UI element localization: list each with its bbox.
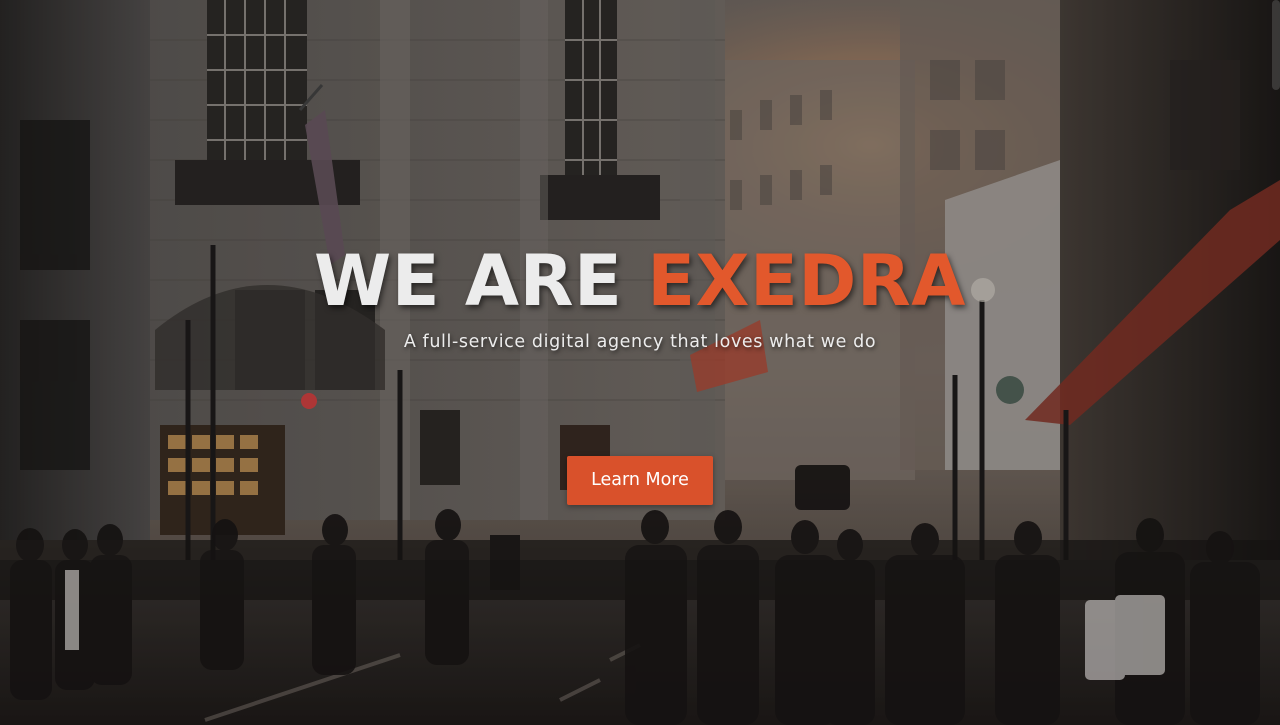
- hero-tagline: A full-service digital agency that loves…: [403, 332, 877, 352]
- hero-headline: WE ARE EXEDRA: [0, 236, 1280, 326]
- headline-intro: WE ARE: [314, 240, 648, 322]
- headline-brand: EXEDRA: [647, 240, 966, 322]
- page-scrollbar[interactable]: [1272, 0, 1280, 90]
- hero-section: WE ARE EXEDRA A full-service digital age…: [0, 0, 1280, 725]
- hero-dark-overlay: [0, 0, 1280, 725]
- learn-more-button[interactable]: Learn More: [567, 456, 713, 505]
